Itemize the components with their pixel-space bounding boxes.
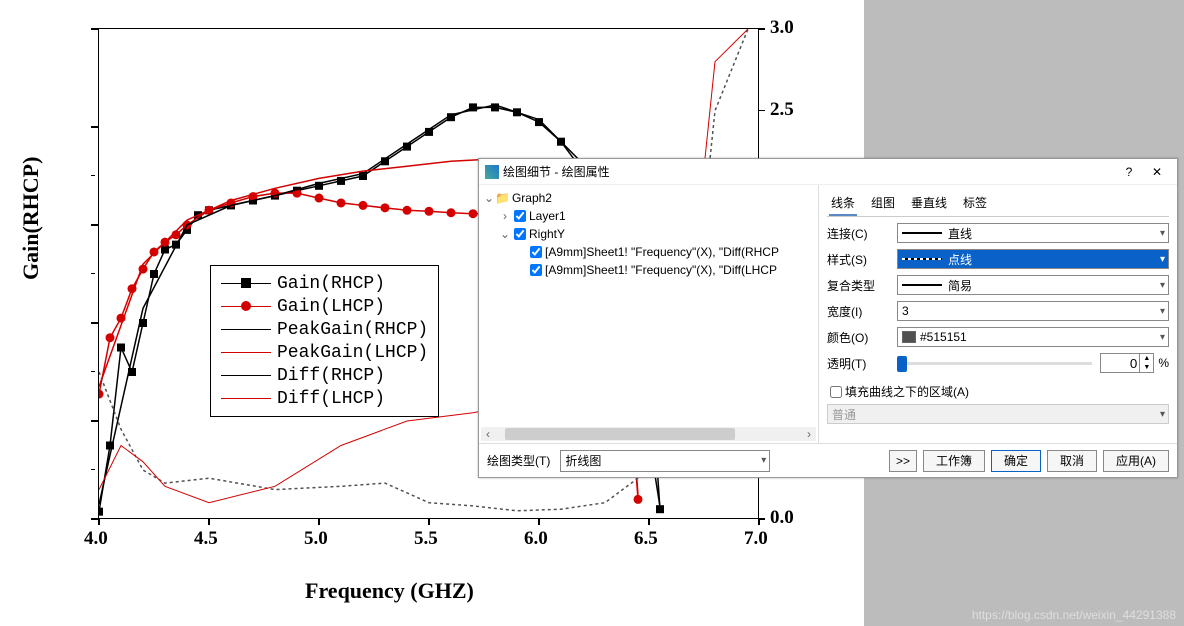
properties-panel: 线条 组图 垂直线 标签 连接(C)直线▾ 样式(S)点线▾ 复合类型简易▾ 宽… [819, 185, 1177, 443]
apply-button[interactable]: 应用(A) [1103, 450, 1169, 472]
expand-button[interactable]: >> [889, 450, 917, 472]
workbook-button[interactable]: 工作簿 [923, 450, 985, 472]
tree-hscroll[interactable]: ‹› [481, 427, 816, 441]
plot-details-dialog: 绘图细节 - 绘图属性 ? ✕ ⌄📁Graph2 ›Layer1 ⌄RightY… [478, 158, 1178, 478]
tab-dropline[interactable]: 垂直线 [909, 191, 949, 216]
legend-item: PeakGain(LHCP) [277, 343, 428, 363]
dialog-titlebar[interactable]: 绘图细节 - 绘图属性 ? ✕ [479, 159, 1177, 185]
legend: Gain(RHCP) Gain(LHCP) PeakGain(RHCP) Pea… [210, 265, 439, 417]
y-axis-label: Gain(RHCP) [18, 157, 44, 280]
label-trans: 透明(T) [827, 355, 897, 372]
label-color: 颜色(O) [827, 329, 897, 346]
fill-area-checkbox[interactable] [830, 386, 842, 398]
connect-select[interactable]: 直线▾ [897, 223, 1169, 243]
tree-toggle[interactable]: › [499, 209, 511, 223]
tab-group[interactable]: 组图 [869, 191, 897, 216]
watermark: https://blog.csdn.net/weixin_44291388 [972, 608, 1176, 622]
label-width: 宽度(I) [827, 303, 897, 320]
dialog-title: 绘图细节 - 绘图属性 [503, 163, 1115, 180]
tree-leaf[interactable]: [A9mm]Sheet1! "Frequency"(X), "Diff(LHCP [545, 263, 777, 277]
tree-checkbox[interactable] [514, 210, 526, 222]
fill-area-label: 填充曲线之下的区域(A) [845, 383, 969, 400]
fill-type-select: 普通▾ [827, 404, 1169, 424]
label-connect: 连接(C) [827, 225, 897, 242]
cancel-button[interactable]: 取消 [1047, 450, 1097, 472]
label-compound: 复合类型 [827, 277, 897, 294]
transparency-input[interactable] [1100, 353, 1140, 373]
label-style: 样式(S) [827, 251, 897, 268]
transparency-spinner[interactable]: ▲▼ [1140, 353, 1154, 373]
legend-item: Gain(LHCP) [277, 297, 385, 317]
tab-label[interactable]: 标签 [961, 191, 989, 216]
legend-item: Diff(LHCP) [277, 389, 385, 409]
tab-line[interactable]: 线条 [829, 191, 857, 216]
plot-type-select[interactable]: 折线图▾ [560, 450, 770, 472]
tree-toggle[interactable]: ⌄ [483, 191, 495, 205]
legend-item: PeakGain(RHCP) [277, 320, 428, 340]
plot-tree[interactable]: ⌄📁Graph2 ›Layer1 ⌄RightY [A9mm]Sheet1! "… [479, 185, 819, 443]
tree-node[interactable]: Layer1 [529, 209, 566, 223]
color-swatch [902, 331, 916, 343]
close-button[interactable]: ✕ [1143, 162, 1171, 182]
width-select[interactable]: 3▾ [897, 301, 1169, 321]
color-select[interactable]: #515151▾ [897, 327, 1169, 347]
x-axis-label: Frequency (GHZ) [305, 578, 474, 604]
transparency-slider[interactable]: ▲▼% [897, 353, 1169, 373]
style-select[interactable]: 点线▾ [897, 249, 1169, 269]
tree-checkbox[interactable] [530, 246, 542, 258]
compound-select[interactable]: 简易▾ [897, 275, 1169, 295]
tree-node[interactable]: Graph2 [512, 191, 552, 205]
tree-node[interactable]: RightY [529, 227, 565, 241]
tree-checkbox[interactable] [530, 264, 542, 276]
dialog-icon [485, 165, 499, 179]
ok-button[interactable]: 确定 [991, 450, 1041, 472]
tree-checkbox[interactable] [514, 228, 526, 240]
legend-item: Gain(RHCP) [277, 274, 385, 294]
tree-toggle[interactable]: ⌄ [499, 227, 511, 241]
help-button[interactable]: ? [1115, 162, 1143, 182]
tree-leaf[interactable]: [A9mm]Sheet1! "Frequency"(X), "Diff(RHCP [545, 245, 779, 259]
legend-item: Diff(RHCP) [277, 366, 385, 386]
folder-icon: 📁 [495, 191, 510, 205]
plot-type-label: 绘图类型(T) [487, 452, 550, 469]
